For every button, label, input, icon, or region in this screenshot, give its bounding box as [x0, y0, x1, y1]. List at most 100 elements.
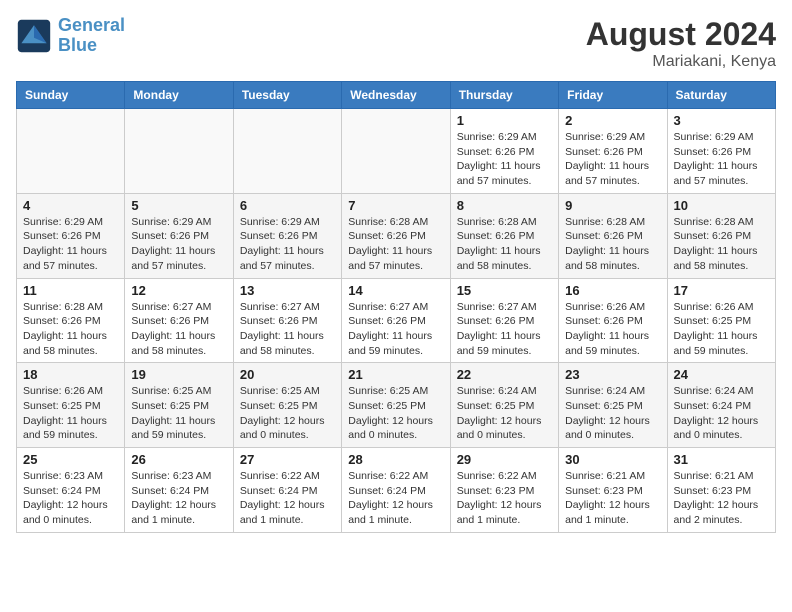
day-number: 5 [131, 198, 226, 213]
day-cell: 22 Sunrise: 6:24 AM Sunset: 6:25 PM Dayli… [450, 363, 558, 448]
day-cell: 20 Sunrise: 6:25 AM Sunset: 6:25 PM Dayli… [233, 363, 341, 448]
day-number: 31 [674, 452, 769, 467]
day-number: 18 [23, 367, 118, 382]
day-info: Sunrise: 6:29 AM Sunset: 6:26 PM Dayligh… [240, 215, 335, 274]
day-info: Sunrise: 6:27 AM Sunset: 6:26 PM Dayligh… [240, 300, 335, 359]
day-number: 2 [565, 113, 660, 128]
header-cell-wednesday: Wednesday [342, 82, 450, 109]
day-cell [233, 109, 341, 194]
day-number: 10 [674, 198, 769, 213]
day-cell: 1 Sunrise: 6:29 AM Sunset: 6:26 PM Daylig… [450, 109, 558, 194]
day-info: Sunrise: 6:29 AM Sunset: 6:26 PM Dayligh… [457, 130, 552, 189]
week-row-3: 18Sunrise: 6:26 AM Sunset: 6:25 PM Dayli… [17, 363, 776, 448]
week-row-1: 4 Sunrise: 6:29 AM Sunset: 6:26 PM Daylig… [17, 193, 776, 278]
day-cell: 21 Sunrise: 6:25 AM Sunset: 6:25 PM Dayli… [342, 363, 450, 448]
header-cell-saturday: Saturday [667, 82, 775, 109]
day-cell: 29 Sunrise: 6:22 AM Sunset: 6:23 PM Dayli… [450, 448, 558, 533]
day-info: Sunrise: 6:22 AM Sunset: 6:24 PM Dayligh… [348, 469, 443, 528]
day-cell: 27Sunrise: 6:22 AM Sunset: 6:24 PM Dayli… [233, 448, 341, 533]
day-info: Sunrise: 6:27 AM Sunset: 6:26 PM Dayligh… [348, 300, 443, 359]
day-info: Sunrise: 6:26 AM Sunset: 6:25 PM Dayligh… [674, 300, 769, 359]
day-info: Sunrise: 6:28 AM Sunset: 6:26 PM Dayligh… [565, 215, 660, 274]
day-number: 4 [23, 198, 118, 213]
day-cell: 28 Sunrise: 6:22 AM Sunset: 6:24 PM Dayli… [342, 448, 450, 533]
day-info: Sunrise: 6:24 AM Sunset: 6:25 PM Dayligh… [565, 384, 660, 443]
day-cell: 6 Sunrise: 6:29 AM Sunset: 6:26 PM Daylig… [233, 193, 341, 278]
day-cell: 18Sunrise: 6:26 AM Sunset: 6:25 PM Dayli… [17, 363, 125, 448]
day-number: 20 [240, 367, 335, 382]
day-cell: 9Sunrise: 6:28 AM Sunset: 6:26 PM Daylig… [559, 193, 667, 278]
day-info: Sunrise: 6:24 AM Sunset: 6:25 PM Dayligh… [457, 384, 552, 443]
day-info: Sunrise: 6:23 AM Sunset: 6:24 PM Dayligh… [23, 469, 118, 528]
day-info: Sunrise: 6:28 AM Sunset: 6:26 PM Dayligh… [23, 300, 118, 359]
header-row: SundayMondayTuesdayWednesdayThursdayFrid… [17, 82, 776, 109]
day-number: 29 [457, 452, 552, 467]
day-number: 13 [240, 283, 335, 298]
day-cell: 16Sunrise: 6:26 AM Sunset: 6:26 PM Dayli… [559, 278, 667, 363]
day-info: Sunrise: 6:29 AM Sunset: 6:26 PM Dayligh… [565, 130, 660, 189]
day-info: Sunrise: 6:28 AM Sunset: 6:26 PM Dayligh… [457, 215, 552, 274]
day-info: Sunrise: 6:29 AM Sunset: 6:26 PM Dayligh… [23, 215, 118, 274]
logo-text: General Blue [58, 16, 125, 56]
day-info: Sunrise: 6:22 AM Sunset: 6:23 PM Dayligh… [457, 469, 552, 528]
day-number: 14 [348, 283, 443, 298]
day-cell: 30 Sunrise: 6:21 AM Sunset: 6:23 PM Dayli… [559, 448, 667, 533]
day-number: 25 [23, 452, 118, 467]
calendar-body: 1 Sunrise: 6:29 AM Sunset: 6:26 PM Daylig… [17, 109, 776, 533]
month-year-title: August 2024 [586, 16, 776, 53]
day-info: Sunrise: 6:22 AM Sunset: 6:24 PM Dayligh… [240, 469, 335, 528]
day-number: 16 [565, 283, 660, 298]
page-header: General Blue August 2024 Mariakani, Keny… [16, 16, 776, 71]
day-cell: 31 Sunrise: 6:21 AM Sunset: 6:23 PM Dayli… [667, 448, 775, 533]
day-number: 1 [457, 113, 552, 128]
day-number: 21 [348, 367, 443, 382]
day-number: 8 [457, 198, 552, 213]
day-cell: 17 Sunrise: 6:26 AM Sunset: 6:25 PM Dayli… [667, 278, 775, 363]
day-number: 17 [674, 283, 769, 298]
day-info: Sunrise: 6:23 AM Sunset: 6:24 PM Dayligh… [131, 469, 226, 528]
day-cell: 3 Sunrise: 6:29 AM Sunset: 6:26 PM Daylig… [667, 109, 775, 194]
day-cell: 8 Sunrise: 6:28 AM Sunset: 6:26 PM Daylig… [450, 193, 558, 278]
day-number: 22 [457, 367, 552, 382]
location-subtitle: Mariakani, Kenya [586, 53, 776, 71]
day-number: 28 [348, 452, 443, 467]
day-info: Sunrise: 6:25 AM Sunset: 6:25 PM Dayligh… [240, 384, 335, 443]
day-number: 6 [240, 198, 335, 213]
day-number: 23 [565, 367, 660, 382]
header-cell-sunday: Sunday [17, 82, 125, 109]
calendar-table: SundayMondayTuesdayWednesdayThursdayFrid… [16, 81, 776, 533]
day-cell: 24Sunrise: 6:24 AM Sunset: 6:24 PM Dayli… [667, 363, 775, 448]
day-number: 15 [457, 283, 552, 298]
day-number: 3 [674, 113, 769, 128]
day-cell: 19 Sunrise: 6:25 AM Sunset: 6:25 PM Dayli… [125, 363, 233, 448]
logo: General Blue [16, 16, 125, 56]
day-info: Sunrise: 6:28 AM Sunset: 6:26 PM Dayligh… [348, 215, 443, 274]
day-number: 30 [565, 452, 660, 467]
day-cell: 7Sunrise: 6:28 AM Sunset: 6:26 PM Daylig… [342, 193, 450, 278]
day-number: 19 [131, 367, 226, 382]
day-info: Sunrise: 6:28 AM Sunset: 6:26 PM Dayligh… [674, 215, 769, 274]
day-number: 12 [131, 283, 226, 298]
header-cell-monday: Monday [125, 82, 233, 109]
day-cell: 13 Sunrise: 6:27 AM Sunset: 6:26 PM Dayli… [233, 278, 341, 363]
week-row-4: 25 Sunrise: 6:23 AM Sunset: 6:24 PM Dayli… [17, 448, 776, 533]
title-block: August 2024 Mariakani, Kenya [586, 16, 776, 71]
calendar-header: SundayMondayTuesdayWednesdayThursdayFrid… [17, 82, 776, 109]
day-cell: 4 Sunrise: 6:29 AM Sunset: 6:26 PM Daylig… [17, 193, 125, 278]
day-info: Sunrise: 6:27 AM Sunset: 6:26 PM Dayligh… [131, 300, 226, 359]
header-cell-thursday: Thursday [450, 82, 558, 109]
day-info: Sunrise: 6:29 AM Sunset: 6:26 PM Dayligh… [131, 215, 226, 274]
day-info: Sunrise: 6:21 AM Sunset: 6:23 PM Dayligh… [674, 469, 769, 528]
day-number: 24 [674, 367, 769, 382]
day-info: Sunrise: 6:21 AM Sunset: 6:23 PM Dayligh… [565, 469, 660, 528]
day-cell: 26Sunrise: 6:23 AM Sunset: 6:24 PM Dayli… [125, 448, 233, 533]
day-info: Sunrise: 6:25 AM Sunset: 6:25 PM Dayligh… [348, 384, 443, 443]
week-row-2: 11Sunrise: 6:28 AM Sunset: 6:26 PM Dayli… [17, 278, 776, 363]
day-info: Sunrise: 6:29 AM Sunset: 6:26 PM Dayligh… [674, 130, 769, 189]
day-cell: 10 Sunrise: 6:28 AM Sunset: 6:26 PM Dayli… [667, 193, 775, 278]
logo-icon [16, 18, 52, 54]
day-cell: 14 Sunrise: 6:27 AM Sunset: 6:26 PM Dayli… [342, 278, 450, 363]
day-info: Sunrise: 6:25 AM Sunset: 6:25 PM Dayligh… [131, 384, 226, 443]
day-cell: 25 Sunrise: 6:23 AM Sunset: 6:24 PM Dayli… [17, 448, 125, 533]
day-cell: 12 Sunrise: 6:27 AM Sunset: 6:26 PM Dayli… [125, 278, 233, 363]
